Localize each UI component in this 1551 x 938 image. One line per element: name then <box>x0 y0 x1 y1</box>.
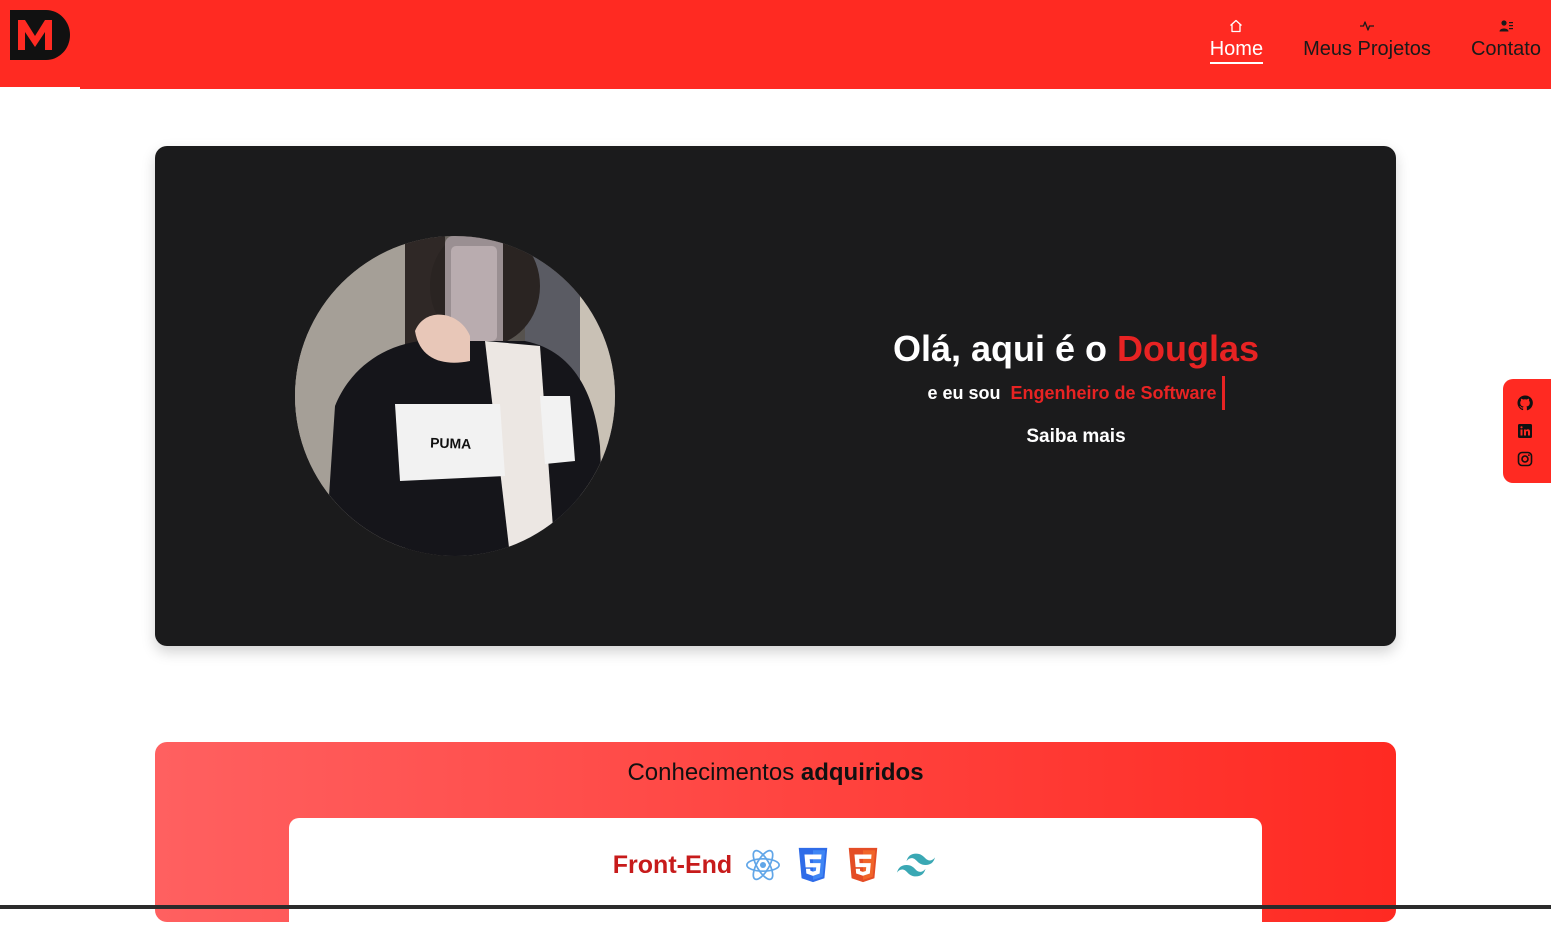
nav-home[interactable]: Home <box>1209 18 1264 64</box>
skill-card-frontend: Front-End <box>289 818 1262 938</box>
hero-role: Engenheiro de Software <box>1010 376 1225 410</box>
hero-text: Olá, aqui é o Douglas e eu sou Engenheir… <box>855 326 1297 448</box>
learn-more-button[interactable]: Saiba mais <box>1026 426 1125 448</box>
contact-icon <box>1499 20 1513 32</box>
logo-icon[interactable] <box>8 10 70 60</box>
header-divider <box>0 87 80 90</box>
site-header: Home Meus Projetos Contato <box>0 0 1551 89</box>
react-icon <box>746 849 781 881</box>
nav-contact-label: Contato <box>1470 38 1541 60</box>
instagram-icon <box>1517 451 1533 467</box>
nav-projects-label: Meus Projetos <box>1303 38 1431 60</box>
hero-card: PUMA Olá, aqui é o Douglas e eu sou Enge… <box>155 146 1396 646</box>
bottom-edge <box>0 905 1551 909</box>
github-link[interactable] <box>1517 395 1533 411</box>
knowledge-title-regular: Conhecimentos <box>627 759 795 786</box>
avatar-photo: PUMA <box>295 236 615 556</box>
knowledge-section: Conhecimentos adquiridos Front-End <box>155 742 1396 938</box>
html5-icon <box>848 847 878 883</box>
hero-subtitle-prefix: e eu sou <box>927 383 1001 403</box>
linkedin-icon <box>1518 424 1532 438</box>
avatar: PUMA <box>295 236 615 556</box>
svg-text:PUMA: PUMA <box>430 434 472 451</box>
css3-icon <box>798 847 828 883</box>
home-icon <box>1230 19 1243 33</box>
hero-greeting: Olá, aqui é o <box>892 328 1108 369</box>
social-links <box>1503 379 1551 483</box>
linkedin-link[interactable] <box>1517 423 1533 439</box>
hero-title: Olá, aqui é o Douglas <box>855 326 1297 372</box>
nav-home-label: Home <box>1209 37 1264 64</box>
nav-projects[interactable]: Meus Projetos <box>1303 18 1431 61</box>
instagram-link[interactable] <box>1517 451 1533 467</box>
github-icon <box>1517 395 1533 411</box>
nav-contact[interactable]: Contato <box>1471 18 1541 61</box>
tailwind-icon <box>897 853 936 877</box>
activity-icon <box>1360 21 1375 31</box>
main-nav: Home Meus Projetos Contato <box>1209 18 1541 64</box>
typing-caret <box>1221 376 1225 410</box>
skill-row: Front-End <box>289 846 1262 884</box>
hero-role-text: Engenheiro de Software <box>1010 383 1217 403</box>
skill-group-label: Front-End <box>612 850 733 879</box>
hero-subtitle: e eu sou Engenheiro de Software <box>855 376 1297 410</box>
knowledge-title-bold: adquiridos <box>800 759 924 786</box>
hero-name: Douglas <box>1117 328 1260 369</box>
knowledge-title: Conhecimentos adquiridos <box>155 758 1396 788</box>
